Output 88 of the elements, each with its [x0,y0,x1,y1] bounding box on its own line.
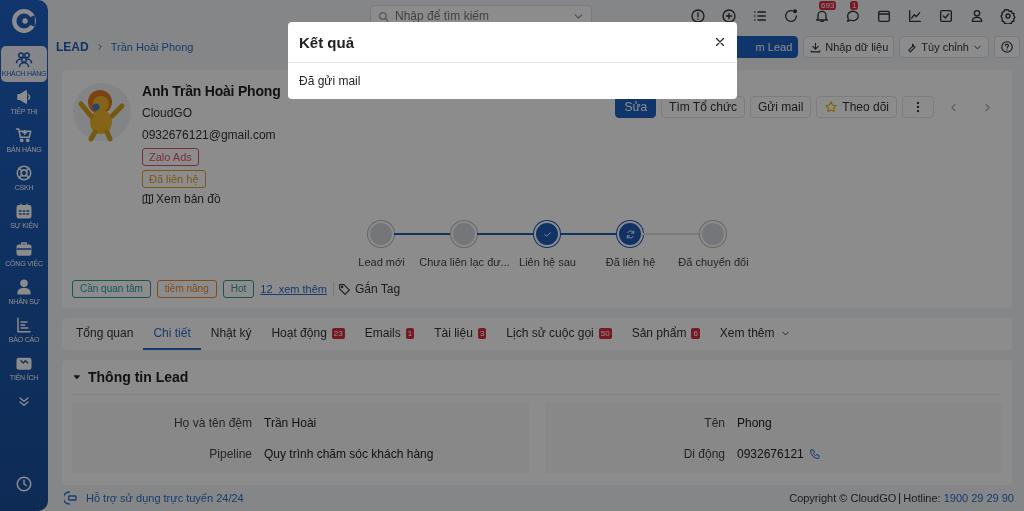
tag[interactable]: tiềm năng [156,280,217,298]
dialog-title: Kết quả [299,33,354,51]
count-badge: 1 [405,327,415,339]
tab[interactable]: Tổng quan [66,318,144,350]
cart-icon [15,126,33,144]
count-badge: 6 [691,327,700,339]
settings-icon[interactable] [1000,8,1016,24]
people-icon [15,50,33,68]
pipeline-step[interactable] [617,221,643,247]
tab[interactable]: Xem thêm [709,318,801,350]
field-value: Trần Hoài [264,415,317,430]
stage-label: Lead mới [358,256,405,269]
help-icon [1000,40,1014,54]
stage-label: Đã liên hệ [605,256,656,269]
notification-count: 693 [819,1,837,10]
tab[interactable]: Sản phẩm 6 [621,318,710,350]
follow-button[interactable]: Theo dõi [816,96,897,118]
breadcrumb-link[interactable]: LEAD [56,40,89,54]
circle-arrow-icon[interactable] [783,8,799,24]
report-icon [15,316,33,334]
field-label: Họ và tên đệm [172,415,253,430]
tag[interactable]: Cần quan tâm [72,280,151,298]
bell-icon[interactable] [814,8,830,24]
tab[interactable]: Nhật ký [200,318,262,350]
tab[interactable]: Emails 1 [354,318,425,350]
add-tag-button[interactable]: Gắn Tag [332,282,401,296]
hotline-label: Hotline: [903,492,941,504]
email-address: 0932676121@gmail.com [142,127,276,144]
more-tags-link[interactable]: 12 xem thêm [260,283,327,295]
status-label: Zalo Ads [142,148,199,166]
notification-count: 1 [850,1,859,10]
calendar-icon[interactable] [876,8,892,24]
briefcase-icon [15,240,33,258]
company-name: CloudGO [142,105,193,122]
hotline-number[interactable]: 1900 29 29 90 [943,492,1014,504]
support-link[interactable]: Hỗ trợ sử dụng trực tuyến 24/24 [64,490,244,506]
tab[interactable]: Tài liệu 3 [424,318,497,350]
dialog-message: Đã gửi mail [299,74,361,88]
field-value: Phong [737,415,772,430]
map-icon [142,193,154,205]
count-badge: 50 [598,327,612,339]
status-label: Đã liên hệ [142,170,206,188]
customize-button[interactable]: Tùy chỉnh [899,36,989,58]
pipeline-step[interactable] [534,221,560,247]
contact-name: Anh Trần Hoài Phong [142,82,281,100]
alert-icon[interactable] [690,8,706,24]
count-badge: 3 [477,327,487,339]
field-value: 0932676121 [737,446,804,461]
field-label: Pipeline [208,446,253,461]
tab[interactable]: Lịch sử cuộc gọi 50 [496,318,622,350]
megaphone-icon [15,88,33,106]
clock-icon[interactable] [15,475,33,493]
logo-icon[interactable] [11,8,37,34]
calendar-icon [15,202,33,220]
chat-icon[interactable] [845,8,861,24]
stage-label: Liên hệ sau [519,256,576,269]
search-icon [377,10,390,23]
checkbox-icon[interactable] [938,8,954,24]
map-link[interactable]: Xem bản đồ [142,192,221,206]
lifebuoy-icon [15,164,33,182]
add-icon[interactable] [721,8,737,24]
field-value: Quy trình chăm sóc khách hàng [264,446,434,461]
phone-icon[interactable] [808,447,821,460]
close-icon[interactable] [713,35,727,49]
tab[interactable]: Chi tiết [143,318,201,350]
list-icon[interactable] [752,8,768,24]
field-label: Di động [682,446,726,461]
user-icon[interactable] [969,8,985,24]
help-button[interactable] [994,36,1020,58]
caret-down-icon [72,372,82,382]
chart-icon[interactable] [907,8,923,24]
refresh-icon [624,228,636,240]
person-icon [15,278,33,296]
breadcrumb-link[interactable]: Trần Hoài Phong [110,41,194,53]
action-button[interactable]: Gửi mail [749,96,812,118]
stage-label: Chưa liên lạc đư... [419,256,510,269]
tag[interactable]: Hot [222,280,255,298]
stage-label: Đã chuyển đổi [678,256,749,269]
field-label: Tên [703,415,726,430]
copyright-text: Copyright © CloudGO [789,492,897,504]
section-header[interactable]: Thông tin Lead [72,360,1002,395]
avatar-drawing [72,82,132,142]
import-button[interactable]: Nhập dữ liệu [803,36,895,58]
download-icon [809,40,823,54]
count-badge: 23 [331,327,345,339]
tab[interactable]: Hoạt động 23 [261,318,355,350]
tag-icon [337,282,351,296]
star-icon [824,100,839,114]
